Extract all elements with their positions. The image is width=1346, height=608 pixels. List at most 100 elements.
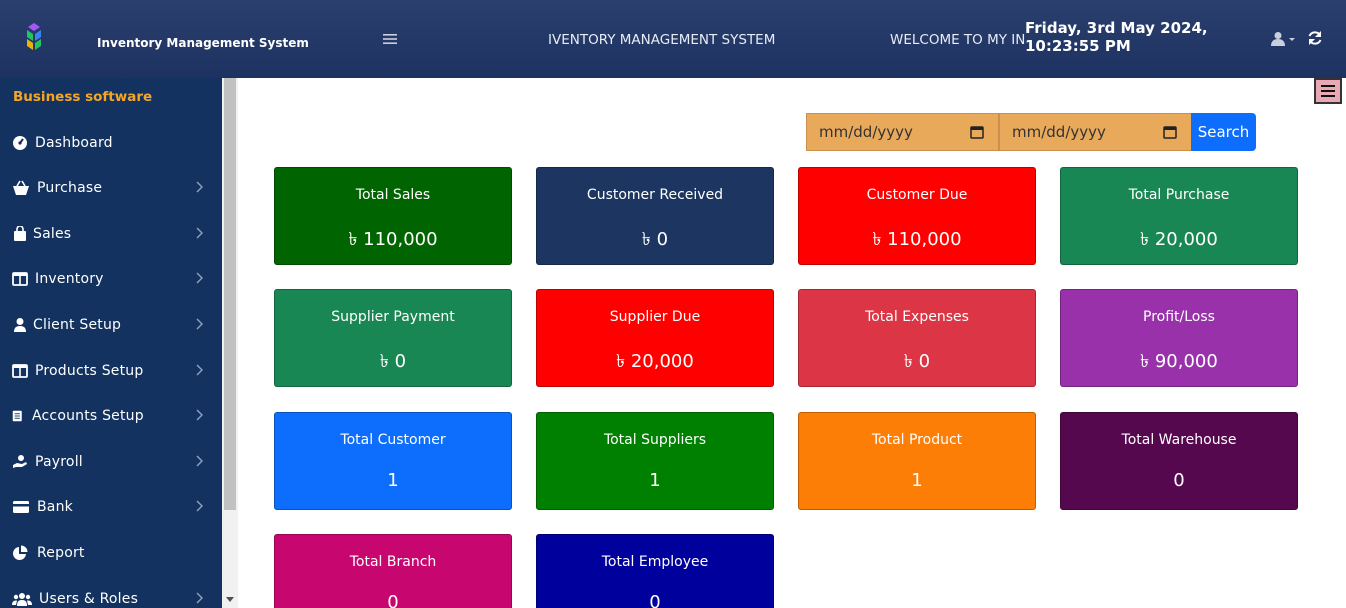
card-value: ৳ 20,000 [1140,229,1218,250]
sidebar-item-report[interactable]: Report [0,538,222,568]
stat-card-customer-received[interactable]: Customer Received ৳ 0 [536,167,774,265]
stat-card-total-customer[interactable]: Total Customer 1 [274,412,512,510]
stat-card-total-suppliers[interactable]: Total Suppliers 1 [536,412,774,510]
card-value: 0 [1173,470,1185,491]
sidebar-item-label: Accounts Setup [32,408,144,424]
card-title: Supplier Due [609,309,701,325]
sidebar-item-products-setup[interactable]: Products Setup [0,356,222,386]
sidebar-item-label: Products Setup [35,363,144,379]
from-date-input[interactable]: mm/dd/yyyy [806,113,999,151]
chevron-right-icon [196,227,203,239]
user-icon [1271,32,1295,46]
card-title: Total Warehouse [1121,432,1237,448]
card-value: 1 [911,470,923,491]
card-value: ৳ 20,000 [616,351,694,372]
card-title: Total Customer [340,432,446,448]
stat-card-total-warehouse[interactable]: Total Warehouse 0 [1060,412,1298,510]
hamburger-icon[interactable] [1314,78,1342,104]
stat-card-profit-loss[interactable]: Profit/Loss ৳ 90,000 [1060,289,1298,387]
chevron-right-icon [196,181,203,193]
scrollbar-thumb[interactable] [224,78,236,510]
sidebar-item-users-roles[interactable]: Users & Roles [0,584,222,608]
card-value: ৳ 0 [903,351,931,372]
stat-card-total-sales[interactable]: Total Sales ৳ 110,000 [274,167,512,265]
users-icon [12,593,32,606]
sidebar-item-label: Report [37,545,85,561]
sidebar-item-label: Users & Roles [39,591,139,607]
card-title: Total Employee [601,554,709,570]
chevron-right-icon [196,500,203,512]
sidebar-item-bank[interactable]: Bank [0,492,222,522]
app-title: Inventory Management System [97,36,309,50]
gauge-icon [13,136,27,150]
card-title: Total Suppliers [603,432,707,448]
banner-text: IVENTORY MANAGEMENT SYSTEM [548,32,776,48]
card-title: Total Sales [355,187,431,203]
sidebar-item-purchase[interactable]: Purchase [0,173,222,203]
card-value: ৳ 0 [641,229,669,250]
calendar-icon[interactable] [970,125,984,139]
chevron-right-icon [196,592,203,604]
sidebar-brand: Business software [13,89,153,105]
refresh-icon[interactable] [1307,30,1323,50]
sidebar-item-label: Client Setup [33,317,122,333]
card-title: Supplier Payment [331,309,455,325]
to-date-input[interactable]: mm/dd/yyyy [999,113,1192,151]
columns-icon [12,364,28,378]
card-title: Total Purchase [1128,187,1230,203]
banner-text-welcome: WELCOME TO MY IN [890,32,1026,48]
basket-icon [13,180,29,195]
stat-card-total-product[interactable]: Total Product 1 [798,412,1036,510]
pie-chart-icon [13,545,28,560]
logo-icon [27,23,41,50]
sidebar-item-sales[interactable]: Sales [0,219,222,249]
caret-down-icon [1289,38,1295,41]
stat-card-total-purchase[interactable]: Total Purchase ৳ 20,000 [1060,167,1298,265]
sidebar-item-label: Sales [33,226,72,242]
sidebar-scrollbar[interactable] [222,78,238,608]
chevron-right-icon [196,364,203,376]
user-menu[interactable] [1271,31,1297,51]
columns-icon [12,272,28,286]
stat-card-total-employee[interactable]: Total Employee 0 [536,534,774,608]
to-date-placeholder: mm/dd/yyyy [1012,123,1106,141]
sidebar-item-client-setup[interactable]: Client Setup [0,310,222,340]
card-value: 1 [387,470,399,491]
card-value: 0 [387,592,399,608]
card-title: Total Branch [349,554,437,570]
calendar-icon[interactable] [1163,125,1177,139]
stat-card-supplier-payment[interactable]: Supplier Payment ৳ 0 [274,289,512,387]
sidebar-item-dashboard[interactable]: Dashboard [0,128,222,158]
card-title: Customer Received [586,187,724,203]
scrolling-banner: IVENTORY MANAGEMENT SYSTEM WELCOME TO MY… [545,32,1026,50]
hand-money-icon [13,455,27,468]
chevron-right-icon [196,318,203,330]
chevron-right-icon [196,272,203,284]
chevron-right-icon [196,409,203,421]
stat-card-supplier-due[interactable]: Supplier Due ৳ 20,000 [536,289,774,387]
chevron-right-icon [196,455,203,467]
sidebar-item-label: Inventory [35,271,104,287]
sidebar-item-label: Dashboard [35,135,113,151]
sidebar-item-label: Payroll [35,454,83,470]
card-value: ৳ 110,000 [348,229,438,250]
card-value: ৳ 90,000 [1140,351,1218,372]
scroll-down-arrow-icon[interactable] [225,594,235,604]
top-navbar: Inventory Management System IVENTORY MAN… [0,0,1346,78]
from-date-placeholder: mm/dd/yyyy [819,123,913,141]
search-button[interactable]: Search [1191,113,1256,151]
stat-card-customer-due[interactable]: Customer Due ৳ 110,000 [798,167,1036,265]
time-text: 10:23:55 PM [1025,37,1131,55]
card-title: Customer Due [866,187,968,203]
sidebar-item-inventory[interactable]: Inventory [0,264,222,294]
stat-card-total-branch[interactable]: Total Branch 0 [274,534,512,608]
date-text: Friday, 3rd May 2024, [1025,19,1208,37]
hamburger-icon[interactable] [383,30,397,49]
sidebar-item-label: Bank [37,499,73,515]
card-value: 1 [649,470,661,491]
stat-card-total-expenses[interactable]: Total Expenses ৳ 0 [798,289,1036,387]
card-title: Total Product [871,432,963,448]
sidebar-item-label: Purchase [37,180,103,196]
sidebar-item-payroll[interactable]: Payroll [0,447,222,477]
sidebar-item-accounts-setup[interactable]: Accounts Setup [0,401,222,431]
